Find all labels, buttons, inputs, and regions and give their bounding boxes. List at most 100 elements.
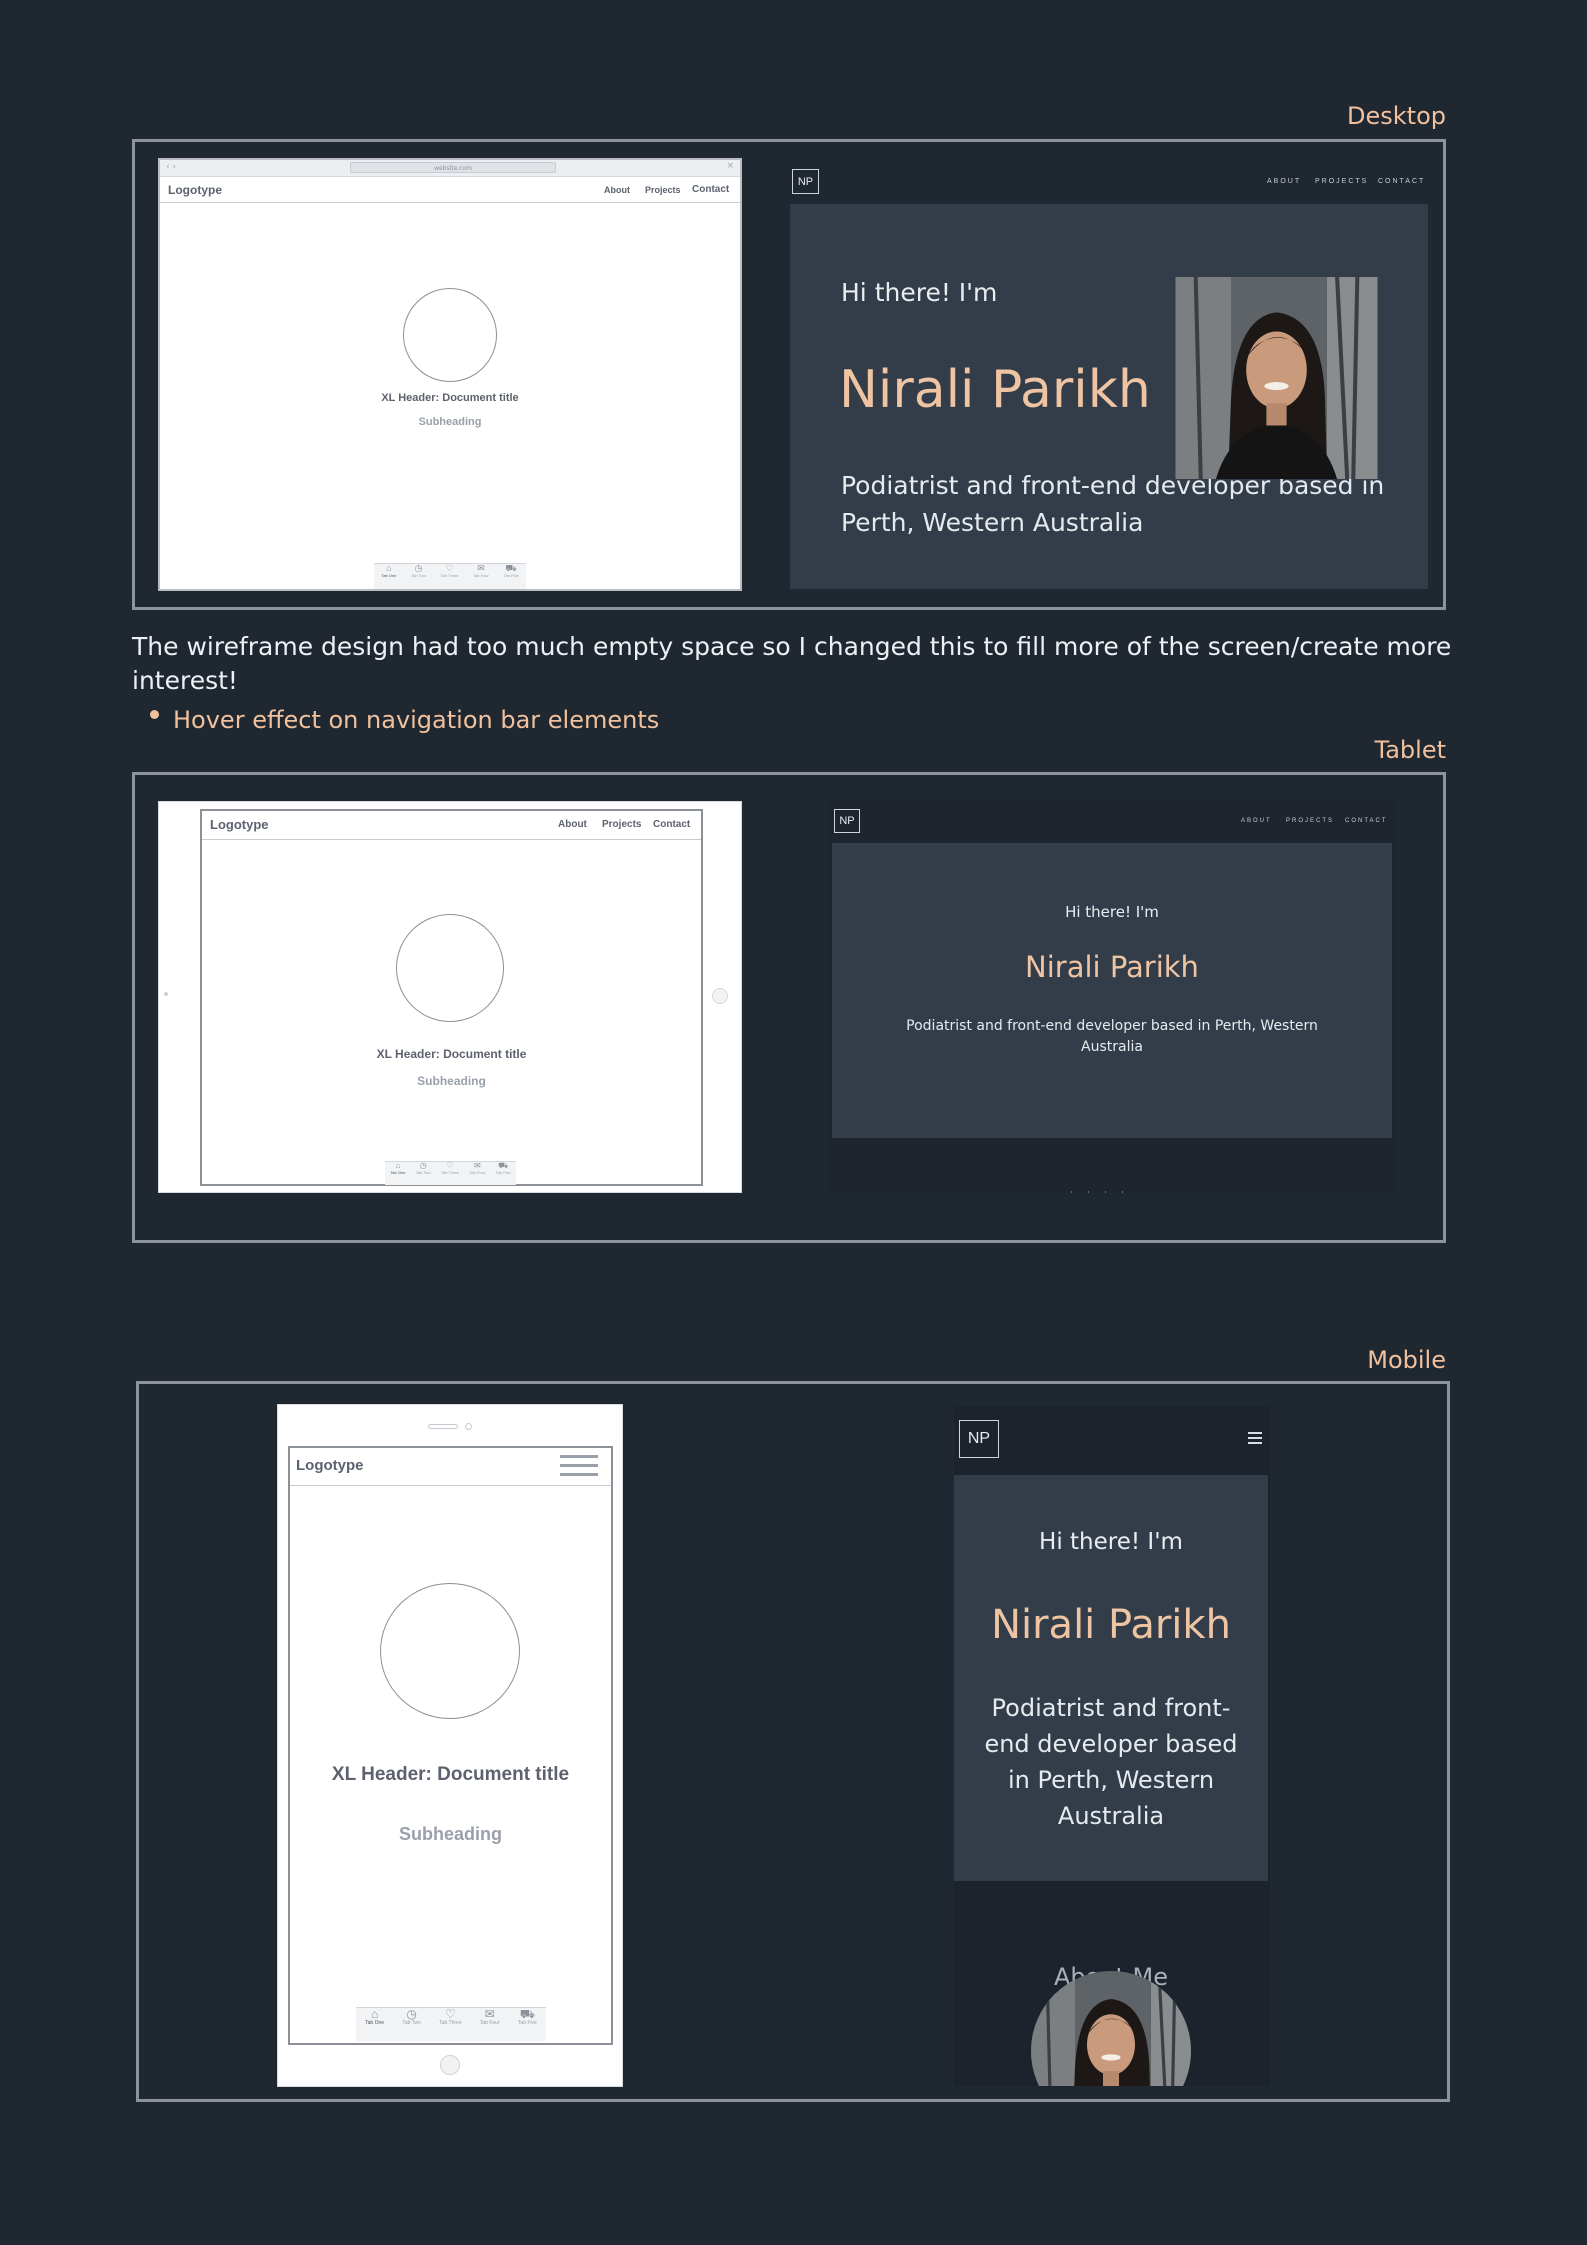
section-label-mobile: Mobile: [1367, 1346, 1446, 1374]
logotype: Logotype: [168, 183, 222, 197]
tab-three[interactable]: ♡ Tab Three: [440, 563, 459, 579]
tab-four[interactable]: ✉ Tab Four: [473, 563, 489, 579]
note-bullet: Hover effect on navigation bar elements: [173, 706, 660, 734]
np-logo[interactable]: NP: [959, 1420, 999, 1458]
clock-icon: ◷: [406, 2007, 417, 2021]
tab-label: Tab Two: [402, 2020, 421, 2026]
desktop-hero: Hi there! I'm Nirali Parikh Podiatrist a…: [790, 204, 1428, 589]
mail-icon: ✉: [473, 1161, 481, 1170]
heart-icon: ♡: [445, 563, 454, 573]
header-divider: [202, 839, 701, 840]
heart-icon: ♡: [445, 2007, 456, 2021]
phone-screen: Logotype XL Header: Document title Subhe…: [288, 1446, 613, 2045]
tab-three[interactable]: ♡ Tab Three: [439, 2008, 461, 2026]
home-icon: ⌂: [395, 1161, 401, 1170]
subheading: Subheading: [418, 416, 482, 428]
tab-two[interactable]: ◷ Tab Two: [411, 563, 426, 579]
hero-name: Nirali Parikh: [1025, 950, 1199, 984]
logotype: Logotype: [296, 1457, 364, 1474]
tab-label: Tab Five: [517, 2020, 537, 2026]
scroll-indicator: · · · ·: [1070, 1188, 1130, 1197]
hero-greeting: Hi there! I'm: [841, 278, 998, 307]
tab-label: Tab Four: [473, 573, 489, 578]
nav-about[interactable]: About: [558, 819, 587, 830]
url-bar[interactable]: website.com: [350, 162, 556, 173]
cart-icon: ⛟: [498, 1161, 509, 1170]
home-button[interactable]: [712, 988, 728, 1004]
browser-chrome: ‹ › website.com ×: [160, 160, 740, 177]
tab-five[interactable]: ⛟ Tab Five: [495, 1161, 511, 1176]
document-title: XL Header: Document title: [381, 392, 519, 404]
tab-four[interactable]: ✉ Tab Four: [469, 1161, 486, 1176]
np-logo[interactable]: NP: [834, 809, 860, 833]
tab-four[interactable]: ✉ Tab Four: [480, 2008, 500, 2026]
hero-name: Nirali Parikh: [839, 360, 1151, 420]
site-nav-projects[interactable]: PROJECTS: [1286, 818, 1334, 824]
mobile-site: NP Hi there! I'm Nirali Parikh Podiatris…: [954, 1406, 1270, 2086]
tab-five[interactable]: ⛟ Tab Five: [503, 564, 519, 579]
home-icon: ⌂: [386, 563, 392, 573]
header-divider: [160, 202, 740, 203]
tablet-screen: Logotype About Projects Contact XL Heade…: [200, 809, 703, 1186]
tab-label: Tab Three: [440, 573, 459, 578]
tab-label: Tab One: [390, 1170, 406, 1175]
subheading: Subheading: [399, 1824, 502, 1844]
avatar-placeholder: [403, 288, 497, 382]
nav-contact[interactable]: Contact: [692, 184, 729, 195]
back-forward-icon[interactable]: ‹ ›: [166, 162, 176, 172]
camera-dot: [164, 992, 168, 996]
tab-two[interactable]: ◷ Tab Two: [416, 1161, 431, 1176]
site-nav-contact[interactable]: CONTACT: [1378, 178, 1425, 185]
nav-about[interactable]: About: [604, 185, 630, 195]
tab-label: Tab One: [365, 2020, 385, 2026]
site-nav-about[interactable]: ABOUT: [1241, 818, 1272, 824]
heart-icon: ♡: [446, 1161, 454, 1170]
site-nav-projects[interactable]: PROJECTS: [1315, 178, 1368, 185]
mail-icon: ✉: [477, 563, 485, 573]
hero-greeting: Hi there! I'm: [1065, 903, 1159, 921]
document-title: XL Header: Document title: [331, 1764, 570, 1785]
logotype: Logotype: [210, 817, 269, 832]
clock-icon: ◷: [419, 1161, 427, 1170]
profile-photo: [1175, 277, 1378, 479]
header-divider: [290, 1485, 611, 1486]
hamburger-menu-icon[interactable]: [560, 1455, 598, 1477]
home-button[interactable]: [440, 2055, 460, 2075]
nav-projects[interactable]: Projects: [602, 819, 641, 830]
home-icon: ⌂: [370, 2007, 379, 2021]
tab-label: Tab Three: [441, 1170, 459, 1175]
mobile-hero: Hi there! I'm Nirali Parikh Podiatrist a…: [954, 1475, 1268, 1881]
tab-label: Tab Three: [439, 2020, 462, 2026]
tab-one[interactable]: ⌂ Tab One: [365, 2008, 384, 2026]
site-nav-contact[interactable]: CONTACT: [1345, 818, 1388, 824]
tab-label: Tab Two: [411, 573, 426, 578]
avatar-placeholder: [380, 1583, 520, 1719]
subheading: Subheading: [417, 1074, 486, 1088]
tab-label: Tab Four: [469, 1170, 486, 1175]
site-nav-about[interactable]: ABOUT: [1267, 178, 1301, 185]
camera-dot: [465, 1423, 472, 1430]
nav-contact[interactable]: Contact: [653, 819, 690, 830]
hero-name: Nirali Parikh: [991, 1602, 1231, 1648]
tab-three[interactable]: ♡ Tab Three: [441, 1161, 459, 1176]
tab-label: Tab One: [381, 573, 397, 578]
nav-projects[interactable]: Projects: [645, 185, 681, 195]
hero-description: Podiatrist and front-end developer based…: [906, 1018, 1318, 1055]
tablet-wireframe: Logotype About Projects Contact XL Heade…: [158, 801, 742, 1193]
tab-two[interactable]: ◷ Tab Two: [402, 2008, 421, 2026]
tab-label: Tab Five: [503, 573, 519, 578]
tablet-hero: Hi there! I'm Nirali Parikh Podiatrist a…: [832, 843, 1392, 1138]
cart-icon: ⛟: [519, 2007, 535, 2021]
close-icon[interactable]: ×: [726, 161, 734, 171]
hamburger-menu-icon[interactable]: [1248, 1432, 1262, 1444]
tab-label: Tab Four: [479, 2020, 500, 2026]
tab-five[interactable]: ⛟ Tab Five: [518, 2008, 537, 2026]
tab-one[interactable]: ⌂ Tab One: [390, 1161, 406, 1176]
tab-label: Tab Five: [495, 1170, 511, 1175]
clock-icon: ◷: [414, 563, 423, 573]
document-title: XL Header: Document title: [376, 1047, 527, 1061]
np-logo[interactable]: NP: [792, 169, 819, 194]
section-label-tablet: Tablet: [1374, 736, 1446, 764]
tab-one[interactable]: ⌂ Tab One: [381, 563, 397, 579]
tab-bar: ⌂ Tab One ◷ Tab Two ♡ Tab Three ✉ Tab Four ⛟…: [374, 563, 526, 589]
